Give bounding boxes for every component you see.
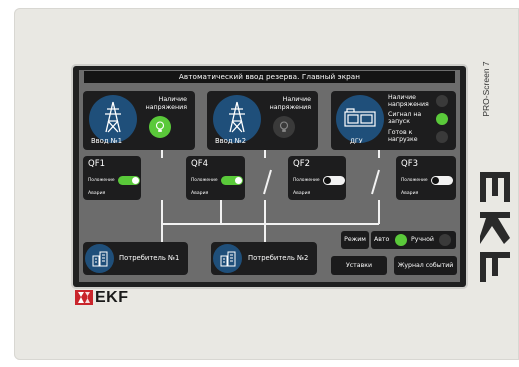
input-panel-2[interactable]: Ввод №2 Наличие напряжения — [207, 91, 318, 150]
mode-auto-indicator[interactable] — [395, 234, 407, 246]
switch-open-1 — [263, 169, 272, 195]
wire-dgu — [378, 150, 380, 158]
building-icon — [220, 251, 236, 267]
dgu-row-3: Готов к нагрузке — [388, 129, 418, 143]
bus-line — [161, 223, 379, 225]
breaker-qf1-toggle[interactable] — [118, 176, 140, 185]
breaker-qf4-toggle[interactable] — [221, 176, 243, 185]
breaker-qf2-alarm-label: Авария — [293, 191, 311, 196]
power-tower-icon — [229, 101, 245, 133]
model-label: PRO-Screen 7 — [481, 61, 491, 117]
mode-selector[interactable]: Авто Ручной — [371, 231, 456, 249]
screen-title: Автоматический ввод резерва. Главный экр… — [84, 71, 455, 83]
breaker-qf2-position-label: Положение — [293, 178, 320, 183]
input-1-status-label: Наличие напряжения — [145, 96, 187, 111]
breaker-qf4[interactable]: QF4 Положение Авария — [186, 156, 245, 200]
power-tower-icon — [105, 101, 121, 133]
dgu-name: ДГУ — [350, 138, 363, 145]
wire-input1 — [161, 150, 163, 158]
breaker-qf1-alarm-label: Авария — [88, 191, 106, 196]
consumer-panel-1[interactable]: Потребитель №1 — [83, 242, 188, 275]
input-panel-1[interactable]: Ввод №1 Наличие напряжения — [83, 91, 195, 150]
breaker-qf2-name: QF2 — [293, 159, 310, 169]
ekf-vertical-logo-icon — [480, 172, 510, 282]
breaker-qf3-name: QF3 — [401, 159, 418, 169]
brand-text: EKF — [95, 289, 129, 306]
breaker-qf3[interactable]: QF3 Положение Авария — [396, 156, 456, 200]
event-log-button[interactable]: Журнал событий — [394, 256, 457, 275]
wire-qf3 — [378, 200, 380, 224]
wire-qf1 — [161, 200, 163, 248]
breaker-qf3-position-label: Положение — [401, 178, 428, 183]
breaker-qf1-name: QF1 — [88, 159, 105, 169]
building-icon — [92, 251, 108, 267]
dgu-lamp-2 — [436, 113, 448, 125]
generator-icon — [344, 108, 376, 127]
breaker-qf1-position-label: Положение — [88, 178, 115, 183]
lightbulb-icon — [279, 121, 289, 132]
consumer-panel-2[interactable]: Потребитель №2 — [211, 242, 317, 275]
consumer-2-name: Потребитель №2 — [248, 254, 309, 262]
wire-qf4 — [220, 200, 222, 224]
breaker-qf4-name: QF4 — [191, 159, 208, 169]
breaker-qf3-toggle[interactable] — [431, 176, 453, 185]
breaker-qf2[interactable]: QF2 Положение Авария — [288, 156, 346, 200]
switch-open-2 — [371, 169, 380, 195]
mode-auto-label[interactable]: Авто — [374, 236, 389, 243]
mode-manual-label[interactable]: Ручной — [411, 236, 434, 243]
lightbulb-icon — [155, 121, 165, 132]
dgu-row-1: Наличие напряжения — [388, 94, 429, 108]
hmi-screen: Автоматический ввод резерва. Главный экр… — [79, 70, 460, 282]
dgu-panel[interactable]: ДГУ Наличие напряжения Сигнал на запуск … — [331, 91, 456, 150]
input-2-status-label: Наличие напряжения — [269, 96, 311, 111]
breaker-qf4-position-label: Положение — [191, 178, 218, 183]
dgu-lamp-1 — [436, 95, 448, 107]
ekf-logo-icon — [75, 290, 93, 305]
breaker-qf3-alarm-label: Авария — [401, 191, 419, 196]
breaker-qf2-toggle[interactable] — [323, 176, 345, 185]
dgu-row-2: Сигнал на запуск — [388, 111, 422, 125]
mode-manual-indicator[interactable] — [439, 234, 451, 246]
wire-qf2 — [264, 200, 266, 248]
dgu-lamp-3 — [436, 131, 448, 143]
input-2-name: Ввод №2 — [215, 137, 247, 145]
input-1-name: Ввод №1 — [91, 137, 123, 145]
wire-input2 — [264, 150, 266, 158]
model-label-area: PRO-Screen 7 — [476, 34, 496, 144]
consumer-1-name: Потребитель №1 — [119, 254, 180, 262]
breaker-qf4-alarm-label: Авария — [191, 191, 209, 196]
settings-button[interactable]: Уставки — [331, 256, 387, 275]
breaker-qf1[interactable]: QF1 Положение Авария — [83, 156, 141, 200]
mode-label: Режим — [341, 231, 369, 249]
